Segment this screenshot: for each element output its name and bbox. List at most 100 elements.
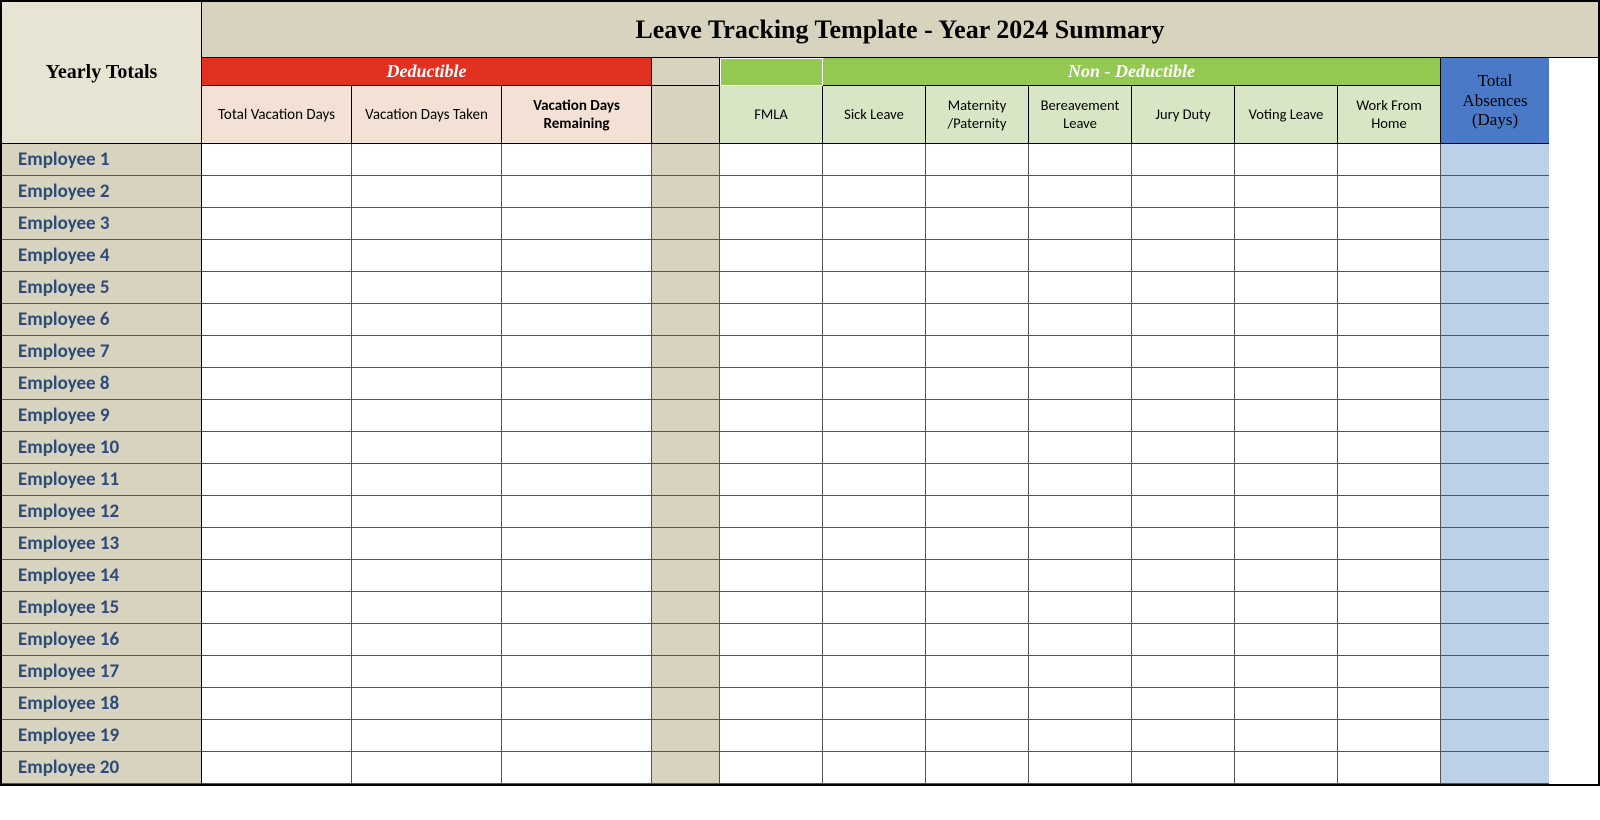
employee-name-cell[interactable]: Employee 4 — [2, 240, 202, 272]
nondeductible-cell[interactable] — [1029, 176, 1132, 208]
nondeductible-cell[interactable] — [1235, 368, 1338, 400]
employee-name-cell[interactable]: Employee 1 — [2, 144, 202, 176]
deductible-cell[interactable] — [502, 336, 652, 368]
nondeductible-cell[interactable] — [1132, 176, 1235, 208]
deductible-cell[interactable] — [502, 496, 652, 528]
employee-name-cell[interactable]: Employee 20 — [2, 752, 202, 784]
nondeductible-cell[interactable] — [1338, 720, 1441, 752]
total-absences-cell[interactable] — [1441, 560, 1549, 592]
nondeductible-cell[interactable] — [823, 688, 926, 720]
nondeductible-cell[interactable] — [1132, 400, 1235, 432]
nondeductible-cell[interactable] — [720, 304, 823, 336]
nondeductible-cell[interactable] — [1029, 368, 1132, 400]
nondeductible-cell[interactable] — [823, 336, 926, 368]
nondeductible-cell[interactable] — [823, 592, 926, 624]
deductible-cell[interactable] — [202, 752, 352, 784]
nondeductible-cell[interactable] — [1235, 752, 1338, 784]
nondeductible-cell[interactable] — [1029, 592, 1132, 624]
employee-name-cell[interactable]: Employee 15 — [2, 592, 202, 624]
nondeductible-cell[interactable] — [720, 656, 823, 688]
nondeductible-cell[interactable] — [1235, 432, 1338, 464]
deductible-cell[interactable] — [352, 624, 502, 656]
nondeductible-cell[interactable] — [823, 720, 926, 752]
deductible-cell[interactable] — [352, 272, 502, 304]
employee-name-cell[interactable]: Employee 13 — [2, 528, 202, 560]
nondeductible-cell[interactable] — [1235, 240, 1338, 272]
deductible-cell[interactable] — [202, 400, 352, 432]
nondeductible-cell[interactable] — [1132, 720, 1235, 752]
nondeductible-cell[interactable] — [1338, 144, 1441, 176]
nondeductible-cell[interactable] — [1132, 336, 1235, 368]
deductible-cell[interactable] — [202, 656, 352, 688]
nondeductible-cell[interactable] — [1029, 336, 1132, 368]
nondeductible-cell[interactable] — [720, 528, 823, 560]
nondeductible-cell[interactable] — [823, 656, 926, 688]
nondeductible-cell[interactable] — [720, 432, 823, 464]
nondeductible-cell[interactable] — [823, 304, 926, 336]
deductible-cell[interactable] — [502, 176, 652, 208]
nondeductible-cell[interactable] — [1029, 560, 1132, 592]
nondeductible-cell[interactable] — [1235, 400, 1338, 432]
nondeductible-cell[interactable] — [1029, 464, 1132, 496]
nondeductible-cell[interactable] — [823, 144, 926, 176]
nondeductible-cell[interactable] — [926, 720, 1029, 752]
deductible-cell[interactable] — [352, 304, 502, 336]
total-absences-cell[interactable] — [1441, 496, 1549, 528]
employee-name-cell[interactable]: Employee 7 — [2, 336, 202, 368]
nondeductible-cell[interactable] — [1029, 208, 1132, 240]
nondeductible-cell[interactable] — [823, 432, 926, 464]
deductible-cell[interactable] — [352, 528, 502, 560]
nondeductible-cell[interactable] — [1132, 432, 1235, 464]
total-absences-cell[interactable] — [1441, 240, 1549, 272]
nondeductible-cell[interactable] — [1029, 528, 1132, 560]
deductible-cell[interactable] — [352, 208, 502, 240]
total-absences-cell[interactable] — [1441, 208, 1549, 240]
nondeductible-cell[interactable] — [926, 624, 1029, 656]
deductible-cell[interactable] — [352, 144, 502, 176]
nondeductible-cell[interactable] — [926, 176, 1029, 208]
nondeductible-cell[interactable] — [1338, 176, 1441, 208]
nondeductible-cell[interactable] — [823, 368, 926, 400]
nondeductible-cell[interactable] — [823, 528, 926, 560]
deductible-cell[interactable] — [202, 560, 352, 592]
nondeductible-cell[interactable] — [1029, 720, 1132, 752]
deductible-cell[interactable] — [352, 592, 502, 624]
nondeductible-cell[interactable] — [1235, 624, 1338, 656]
nondeductible-cell[interactable] — [1132, 752, 1235, 784]
nondeductible-cell[interactable] — [720, 336, 823, 368]
deductible-cell[interactable] — [502, 208, 652, 240]
nondeductible-cell[interactable] — [1338, 528, 1441, 560]
nondeductible-cell[interactable] — [926, 496, 1029, 528]
deductible-cell[interactable] — [502, 688, 652, 720]
nondeductible-cell[interactable] — [1235, 464, 1338, 496]
deductible-cell[interactable] — [502, 720, 652, 752]
nondeductible-cell[interactable] — [823, 496, 926, 528]
deductible-cell[interactable] — [202, 528, 352, 560]
nondeductible-cell[interactable] — [1235, 592, 1338, 624]
nondeductible-cell[interactable] — [823, 752, 926, 784]
deductible-cell[interactable] — [202, 304, 352, 336]
nondeductible-cell[interactable] — [1132, 688, 1235, 720]
deductible-cell[interactable] — [352, 464, 502, 496]
nondeductible-cell[interactable] — [1029, 240, 1132, 272]
nondeductible-cell[interactable] — [926, 752, 1029, 784]
nondeductible-cell[interactable] — [926, 208, 1029, 240]
nondeductible-cell[interactable] — [1235, 304, 1338, 336]
nondeductible-cell[interactable] — [1132, 368, 1235, 400]
nondeductible-cell[interactable] — [1029, 304, 1132, 336]
nondeductible-cell[interactable] — [1132, 464, 1235, 496]
nondeductible-cell[interactable] — [926, 272, 1029, 304]
nondeductible-cell[interactable] — [926, 656, 1029, 688]
deductible-cell[interactable] — [502, 560, 652, 592]
nondeductible-cell[interactable] — [1132, 624, 1235, 656]
nondeductible-cell[interactable] — [1132, 496, 1235, 528]
nondeductible-cell[interactable] — [1029, 272, 1132, 304]
deductible-cell[interactable] — [502, 624, 652, 656]
nondeductible-cell[interactable] — [720, 272, 823, 304]
deductible-cell[interactable] — [202, 144, 352, 176]
total-absences-cell[interactable] — [1441, 144, 1549, 176]
nondeductible-cell[interactable] — [1029, 432, 1132, 464]
nondeductible-cell[interactable] — [1132, 592, 1235, 624]
deductible-cell[interactable] — [502, 240, 652, 272]
nondeductible-cell[interactable] — [720, 368, 823, 400]
